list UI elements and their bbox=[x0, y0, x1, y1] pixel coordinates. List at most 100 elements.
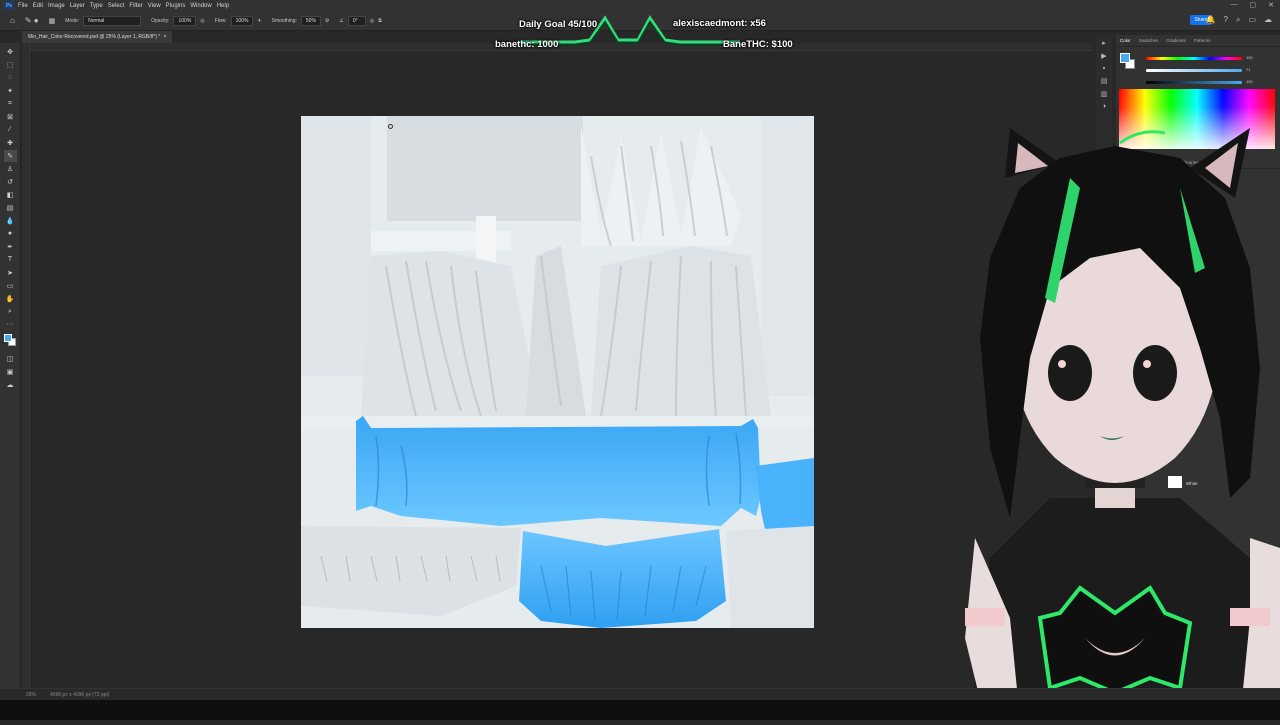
stream-goal-overlay: Daily Goal 45/100 alexiscaedmont: x56 ba… bbox=[480, 10, 810, 52]
healing-icon[interactable]: ✚ bbox=[4, 137, 17, 149]
maximize-icon[interactable]: ▢ bbox=[1250, 1, 1257, 9]
tab-gradients[interactable]: Gradients bbox=[1166, 38, 1186, 43]
symmetry-icon[interactable]: ⧉ bbox=[378, 18, 382, 24]
brush-settings-icon[interactable]: ▦ bbox=[49, 17, 56, 25]
zoom-level[interactable]: 25% bbox=[26, 692, 36, 698]
white-label-text: White bbox=[1186, 481, 1198, 486]
screen-mode-icon[interactable]: ▣ bbox=[4, 366, 17, 378]
marquee-icon[interactable]: ⬚ bbox=[4, 59, 17, 71]
color-swatches[interactable] bbox=[3, 333, 17, 347]
type-icon[interactable]: T bbox=[4, 254, 17, 266]
brush-preset-icon[interactable]: ✎ ● bbox=[25, 16, 39, 25]
airbrush-icon[interactable]: ✈ bbox=[257, 18, 261, 24]
menu-image[interactable]: Image bbox=[48, 3, 70, 9]
tab-color[interactable]: Color bbox=[1120, 38, 1131, 43]
search-icon[interactable]: ⌕ bbox=[1236, 15, 1240, 25]
eyedropper-icon[interactable]: ⁄ bbox=[4, 124, 17, 136]
brush-icon[interactable]: ✎ bbox=[3, 149, 17, 162]
brightness-slider[interactable] bbox=[1146, 81, 1242, 84]
menu-help[interactable]: Help bbox=[217, 3, 234, 9]
smoothing-label: Smoothing: bbox=[271, 17, 297, 24]
flow-control: Flow: 100% ✈ bbox=[215, 15, 262, 26]
angle-icon[interactable]: ∠ bbox=[339, 18, 343, 24]
minimize-icon[interactable]: — bbox=[1231, 1, 1238, 9]
opacity-input[interactable]: 100% bbox=[173, 15, 197, 26]
status-bar: 25% 4096 px x 4096 px (72 ppi) bbox=[0, 688, 1280, 700]
pressure-opacity-icon[interactable]: ◎ bbox=[200, 18, 204, 24]
menu-select[interactable]: Select bbox=[108, 3, 130, 9]
flow-input[interactable]: 100% bbox=[230, 15, 254, 26]
tab-patterns[interactable]: Patterns bbox=[1194, 38, 1211, 43]
photoshop-logo-icon[interactable]: Ps bbox=[4, 1, 14, 10]
menu-edit[interactable]: Edit bbox=[33, 3, 48, 9]
pen-icon[interactable]: ✒ bbox=[4, 241, 17, 253]
cloud-icon[interactable]: ☁ bbox=[1264, 15, 1272, 25]
history-icon[interactable]: ▸ bbox=[1102, 39, 1106, 47]
lasso-icon[interactable]: ◌ bbox=[4, 72, 17, 84]
menu-file[interactable]: File bbox=[18, 3, 33, 9]
help-icon[interactable]: ? bbox=[1224, 15, 1228, 25]
left-supporter-text: banethc: 1000 bbox=[495, 39, 559, 50]
quick-mask-icon[interactable]: ◫ bbox=[4, 353, 17, 365]
top-right-icons: 🔔 ? ⌕ ▭ ☁ bbox=[1206, 15, 1272, 25]
pressure-size-icon[interactable]: ◎ bbox=[370, 18, 374, 24]
move-icon[interactable]: ✥ bbox=[4, 46, 17, 58]
gear-icon[interactable]: ⚙ bbox=[325, 18, 329, 24]
hue-value[interactable]: 100 bbox=[1246, 55, 1253, 60]
mode-select[interactable]: Normal bbox=[83, 15, 142, 26]
hand-icon[interactable]: ✋ bbox=[4, 293, 17, 305]
quick-select-icon[interactable]: ✦ bbox=[4, 85, 17, 97]
hue-slider[interactable] bbox=[1146, 57, 1242, 60]
home-icon[interactable]: ⌂ bbox=[10, 16, 15, 25]
brush-cursor-icon bbox=[388, 124, 393, 129]
adjust-icon[interactable]: ◑ bbox=[1102, 103, 1106, 110]
window-controls: — ▢ ✕ bbox=[1231, 1, 1275, 9]
menu-layer[interactable]: Layer bbox=[70, 3, 90, 9]
stamp-icon[interactable]: ♙ bbox=[4, 163, 17, 175]
fg-color-chip[interactable] bbox=[1120, 53, 1130, 63]
document-tab[interactable]: Mio_Hair_Color-Recovered.psd @ 25% (Laye… bbox=[22, 31, 173, 43]
top-supporter-text: alexiscaedmont: x56 bbox=[673, 18, 766, 29]
history-brush-icon[interactable]: ↺ bbox=[4, 176, 17, 188]
close-tab-icon[interactable]: × bbox=[163, 34, 166, 40]
play-icon[interactable]: ▶ bbox=[1101, 52, 1106, 60]
smoothing-control: Smoothing: 50% ⚙ bbox=[271, 15, 329, 26]
info-icon[interactable]: ▥ bbox=[1101, 90, 1108, 98]
close-icon[interactable]: ✕ bbox=[1268, 1, 1274, 9]
document-canvas[interactable] bbox=[301, 116, 814, 628]
menu-view[interactable]: View bbox=[148, 3, 166, 9]
more-tools-icon[interactable]: ··· bbox=[4, 319, 17, 331]
tab-swatches[interactable]: Swatches bbox=[1139, 38, 1159, 43]
gradient-icon[interactable]: ▤ bbox=[4, 202, 17, 214]
cloud-doc-icon[interactable]: ☁ bbox=[4, 379, 17, 391]
menu-window[interactable]: Window bbox=[190, 3, 216, 9]
crop-icon[interactable]: ⌗ bbox=[4, 98, 17, 110]
tools-panel: ✥ ⬚ ◌ ✦ ⌗ ⊠ ⁄ ✚ ✎ ♙ ↺ ◧ ▤ 💧 ● ✒ T ➤ ▭ ✋ … bbox=[0, 43, 21, 688]
blur-icon[interactable]: 💧 bbox=[4, 215, 17, 227]
shape-icon[interactable]: ▭ bbox=[4, 280, 17, 292]
saturation-slider[interactable] bbox=[1146, 69, 1242, 72]
workspace-icon[interactable]: ▭ bbox=[1248, 15, 1256, 25]
vertical-ruler[interactable] bbox=[22, 43, 30, 688]
menu-filter[interactable]: Filter bbox=[129, 3, 147, 9]
bell-icon[interactable]: 🔔 bbox=[1206, 15, 1216, 25]
zoom-icon[interactable]: ⌕ bbox=[4, 306, 17, 318]
angle-input[interactable]: 0° bbox=[347, 15, 366, 26]
brightness-value[interactable]: 100 bbox=[1246, 79, 1253, 84]
opacity-control: Opacity: 100% ◎ bbox=[151, 15, 205, 26]
menu-type[interactable]: Type bbox=[90, 3, 108, 9]
path-select-icon[interactable]: ➤ bbox=[4, 267, 17, 279]
mode-label: Mode: bbox=[65, 17, 80, 24]
libraries-icon[interactable]: ▤ bbox=[1101, 77, 1108, 85]
opacity-label: Opacity: bbox=[151, 17, 170, 24]
dodge-icon[interactable]: ● bbox=[4, 228, 17, 240]
frame-icon[interactable]: ⊠ bbox=[4, 111, 17, 123]
saturation-value[interactable]: 71 bbox=[1246, 67, 1250, 72]
eraser-icon[interactable]: ◧ bbox=[4, 189, 17, 201]
smoothing-input[interactable]: 50% bbox=[300, 15, 321, 26]
daily-goal-text: Daily Goal 45/100 bbox=[519, 19, 598, 30]
menu-plugins[interactable]: Plugins bbox=[166, 3, 191, 9]
foreground-color-swatch[interactable] bbox=[4, 334, 12, 342]
comments-icon[interactable]: ▪ bbox=[1103, 65, 1105, 72]
document-size: 4096 px x 4096 px (72 ppi) bbox=[50, 691, 110, 698]
